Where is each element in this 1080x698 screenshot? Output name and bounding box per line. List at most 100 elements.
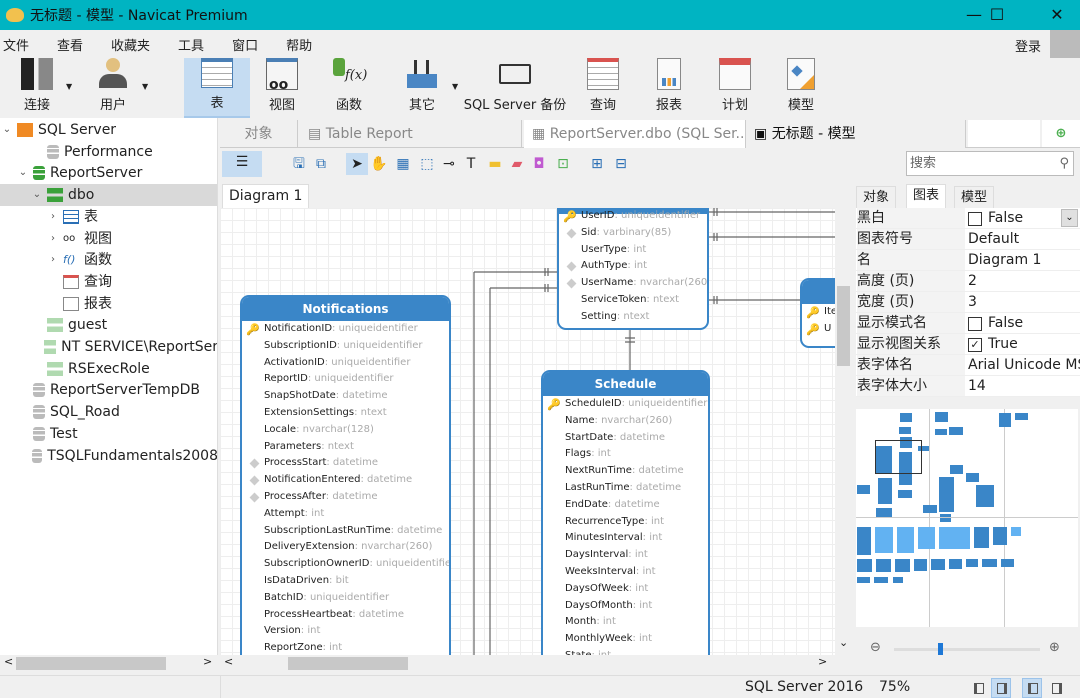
ptab-diagram[interactable]: 图表 (906, 184, 947, 208)
field-row[interactable]: SubscriptionLastRunTime: datetime (242, 523, 449, 540)
connect-button[interactable]: 连接 ▼ (12, 58, 72, 118)
tree-item-tsqlfundamentals2008[interactable]: TSQLFundamentals2008 (0, 445, 217, 467)
tree-item-sql-server[interactable]: ⌄ SQL Server (0, 119, 217, 141)
field-row[interactable]: RecurrenceType: int (543, 514, 708, 531)
tree-item-test[interactable]: Test (0, 423, 217, 445)
field-row[interactable]: Month: int (543, 614, 708, 631)
menu-window[interactable]: 窗口 (232, 35, 258, 54)
field-row[interactable]: ProcessAfter: datetime (242, 489, 449, 506)
shape-icon[interactable]: ◘ (528, 153, 550, 175)
tree-item-reportservertempdb[interactable]: ReportServerTempDB (0, 379, 217, 401)
property-value[interactable]: Diagram 1 (968, 250, 1041, 271)
hand-icon[interactable]: ✋ (368, 153, 390, 175)
zoom-out-button[interactable]: ⊖ (870, 640, 881, 655)
zoom-in-button[interactable]: ⊕ (1049, 640, 1060, 655)
field-row[interactable]: NotificationEntered: datetime (242, 472, 449, 489)
field-row[interactable]: Locale: nvarchar(128) (242, 422, 449, 439)
new-tab-button[interactable]: ⊕ (1042, 120, 1080, 147)
expand-arrow-icon[interactable]: ⌄ (0, 119, 14, 141)
toggle-right-panel-icon[interactable] (991, 678, 1011, 698)
avatar-icon[interactable] (1050, 30, 1080, 58)
new-view-icon[interactable]: ⬚ (416, 153, 438, 175)
field-row[interactable]: Version: int (242, 623, 449, 640)
field-row[interactable]: Setting: ntext (559, 309, 707, 326)
user-button[interactable]: 用户 ▼ (88, 58, 148, 118)
canvas-horizontal-scrollbar[interactable]: < > (220, 655, 852, 672)
label-icon[interactable]: T (460, 153, 482, 175)
tree-item-sql-road[interactable]: SQL_Road (0, 401, 217, 423)
checkbox[interactable] (968, 211, 982, 226)
minimap-viewport[interactable] (875, 440, 922, 474)
canvas-vertical-scrollbar[interactable]: ⌄ (835, 208, 852, 655)
other-button[interactable]: 其它 ▼ (394, 58, 458, 118)
checkbox[interactable] (968, 316, 982, 331)
tab-diagram-1[interactable]: Diagram 1 (222, 184, 310, 208)
diagram-settings-icon[interactable]: ⊟ (610, 153, 632, 175)
tree-item--[interactable]: › oo 视图 (0, 228, 217, 250)
field-row[interactable]: AuthType: int (559, 258, 707, 275)
property-row[interactable]: 显示视图关系 ✓ True (856, 334, 1080, 355)
schedule-button[interactable]: 计划 (712, 58, 758, 118)
note-icon[interactable]: ▬ (484, 153, 506, 175)
property-value[interactable]: False (968, 313, 1023, 334)
view-button[interactable]: oo 视图 (254, 58, 310, 118)
tab-reportserver-dbo[interactable]: ▦ ReportServer.dbo (SQL Ser... (524, 120, 746, 148)
field-row[interactable]: 🔑 Ite (802, 304, 835, 321)
layer-icon[interactable]: ⊡ (552, 153, 574, 175)
ptab-model[interactable]: 模型 (954, 186, 995, 208)
menu-view[interactable]: 查看 (57, 35, 83, 54)
field-row[interactable]: IsDataDriven: bit (242, 573, 449, 590)
menu-file[interactable]: 文件 (3, 35, 29, 54)
field-row[interactable]: ProcessStart: datetime (242, 455, 449, 472)
tree-item-dbo[interactable]: ⌄ dbo (0, 184, 217, 207)
field-row[interactable]: SubscriptionID: uniqueidentifier (242, 338, 449, 355)
field-row[interactable]: 🔑 U (802, 321, 835, 338)
field-row[interactable]: DaysOfMonth: int (543, 598, 708, 615)
new-table-icon[interactable]: ▦ (392, 153, 414, 175)
query-button[interactable]: 查询 (580, 58, 626, 118)
tree-item--[interactable]: › 表 (0, 206, 217, 228)
field-row[interactable]: UserName: nvarchar(260) (559, 275, 707, 292)
login-link[interactable]: 登录 (1015, 36, 1041, 55)
field-row[interactable]: Parameters: ntext (242, 439, 449, 456)
field-row[interactable]: ReportID: uniqueidentifier (242, 371, 449, 388)
report-button[interactable]: 报表 (646, 58, 692, 118)
field-row[interactable]: DaysOfWeek: int (543, 581, 708, 598)
property-value[interactable]: ✓ True (968, 334, 1018, 355)
field-row[interactable]: 🔑 ScheduleID: uniqueidentifier (543, 396, 708, 413)
property-row[interactable]: 图表符号 Default (856, 229, 1080, 250)
tab-untitled-model[interactable]: ▣ 无标题 - 模型 (746, 120, 966, 148)
property-value[interactable]: Default (968, 229, 1019, 250)
tab-objects[interactable]: 对象 (220, 120, 298, 148)
property-row[interactable]: 高度 (页) 2 (856, 271, 1080, 292)
tree-horizontal-scrollbar[interactable]: < > (0, 655, 218, 672)
relation-icon[interactable]: ⊸ (438, 153, 460, 175)
field-row[interactable]: SubscriptionOwnerID: uniqueidentifier (242, 556, 449, 573)
menu-help[interactable]: 帮助 (286, 35, 312, 54)
expand-arrow-icon[interactable]: › (46, 206, 60, 228)
field-row[interactable]: ExtensionSettings: ntext (242, 405, 449, 422)
property-row[interactable]: 表字体名 Arial Unicode MS (856, 355, 1080, 376)
diagram-minimap[interactable] (856, 409, 1078, 627)
field-row[interactable]: StartDate: datetime (543, 430, 708, 447)
tree-item-rsexecrole[interactable]: RSExecRole (0, 358, 217, 380)
checkbox[interactable]: ✓ (968, 337, 982, 352)
field-row[interactable]: SnapShotDate: datetime (242, 388, 449, 405)
sql-server-backup-button[interactable]: SQL Server 备份 (460, 58, 570, 118)
expand-arrow-icon[interactable]: › (46, 228, 60, 250)
property-value[interactable]: 3 (968, 292, 977, 313)
entity-notifications[interactable]: Notifications 🔑 NotificationID: uniqueiden… (240, 295, 451, 655)
field-row[interactable]: EndDate: datetime (543, 497, 708, 514)
close-button[interactable]: ✕ (1034, 0, 1080, 30)
zoom-slider-thumb[interactable] (937, 643, 943, 655)
save-as-icon[interactable]: ⧉ (310, 153, 332, 175)
pointer-icon[interactable]: ➤ (346, 153, 368, 175)
expand-arrow-icon[interactable]: ⌄ (16, 162, 30, 184)
field-row[interactable]: MinutesInterval: int (543, 530, 708, 547)
ptab-object[interactable]: 对象 (856, 186, 897, 208)
property-row[interactable]: 名 Diagram 1 (856, 250, 1080, 271)
toggle-sidebar-icon[interactable] (1022, 678, 1042, 698)
menu-favorites[interactable]: 收藏夹 (111, 35, 150, 54)
tree-item-reportserver[interactable]: ⌄ ReportServer (0, 162, 217, 184)
field-row[interactable]: Name: nvarchar(260) (543, 413, 708, 430)
